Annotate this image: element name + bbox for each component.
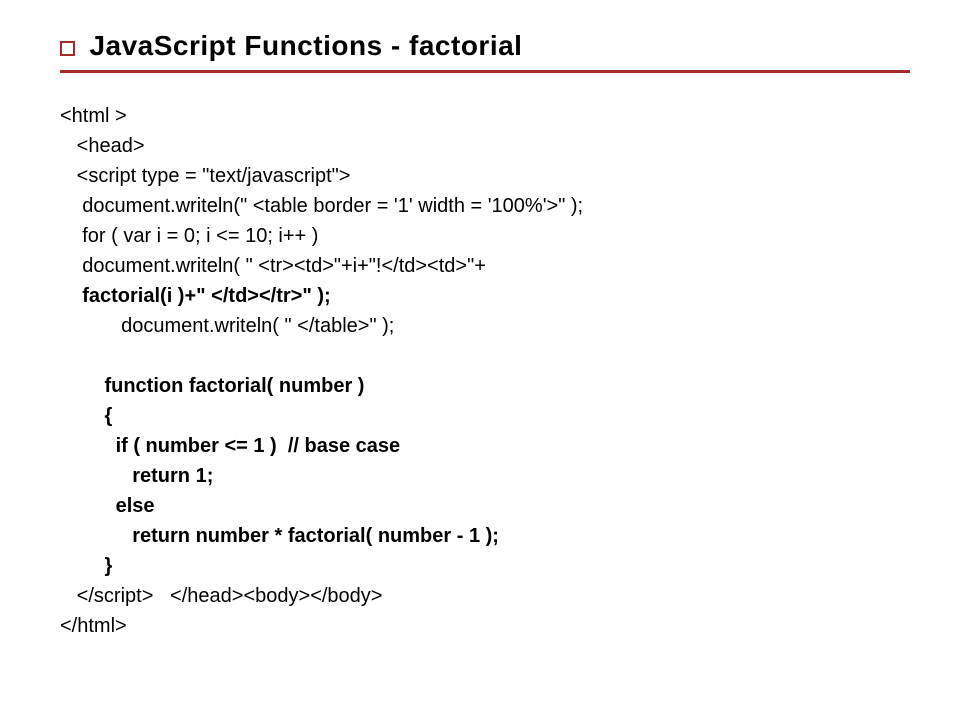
- code-line: </script: [77, 585, 142, 607]
- code-line: document.writeln(" <table border = '1' w…: [60, 195, 583, 217]
- divider: [60, 70, 910, 73]
- code-line: else: [60, 495, 155, 517]
- code-line: factorial(i )+" </td></tr>" );: [60, 285, 331, 307]
- title-row: JavaScript Functions - factorial: [60, 30, 910, 62]
- bullet-icon: [60, 41, 75, 56]
- code-line: if ( number <= 1 ) // base case: [60, 435, 400, 457]
- code-line: > </head><body></body>: [142, 585, 383, 607]
- code-line: return 1;: [60, 465, 213, 487]
- code-line: return number * factorial( number - 1 );: [60, 525, 499, 547]
- code-line: <script type = "text/javascript">: [60, 165, 350, 187]
- code-line: <html >: [60, 105, 127, 127]
- code-line: {: [60, 405, 112, 427]
- slide: JavaScript Functions - factorial <html >…: [0, 0, 960, 720]
- code-line: document.writeln( " </table>" );: [60, 315, 394, 337]
- code-line: for ( var i = 0; i <= 10; i++ ): [60, 225, 318, 247]
- code-block: <html > <head> <script type = "text/java…: [60, 101, 910, 641]
- slide-title: JavaScript Functions - factorial: [89, 30, 522, 61]
- code-line: <head>: [60, 135, 145, 157]
- code-line: }: [60, 555, 112, 577]
- code-line: </html>: [60, 615, 127, 637]
- code-line: function factorial( number ): [60, 375, 364, 397]
- code-line: document.writeln( " <tr><td>"+i+"!</td><…: [60, 255, 486, 277]
